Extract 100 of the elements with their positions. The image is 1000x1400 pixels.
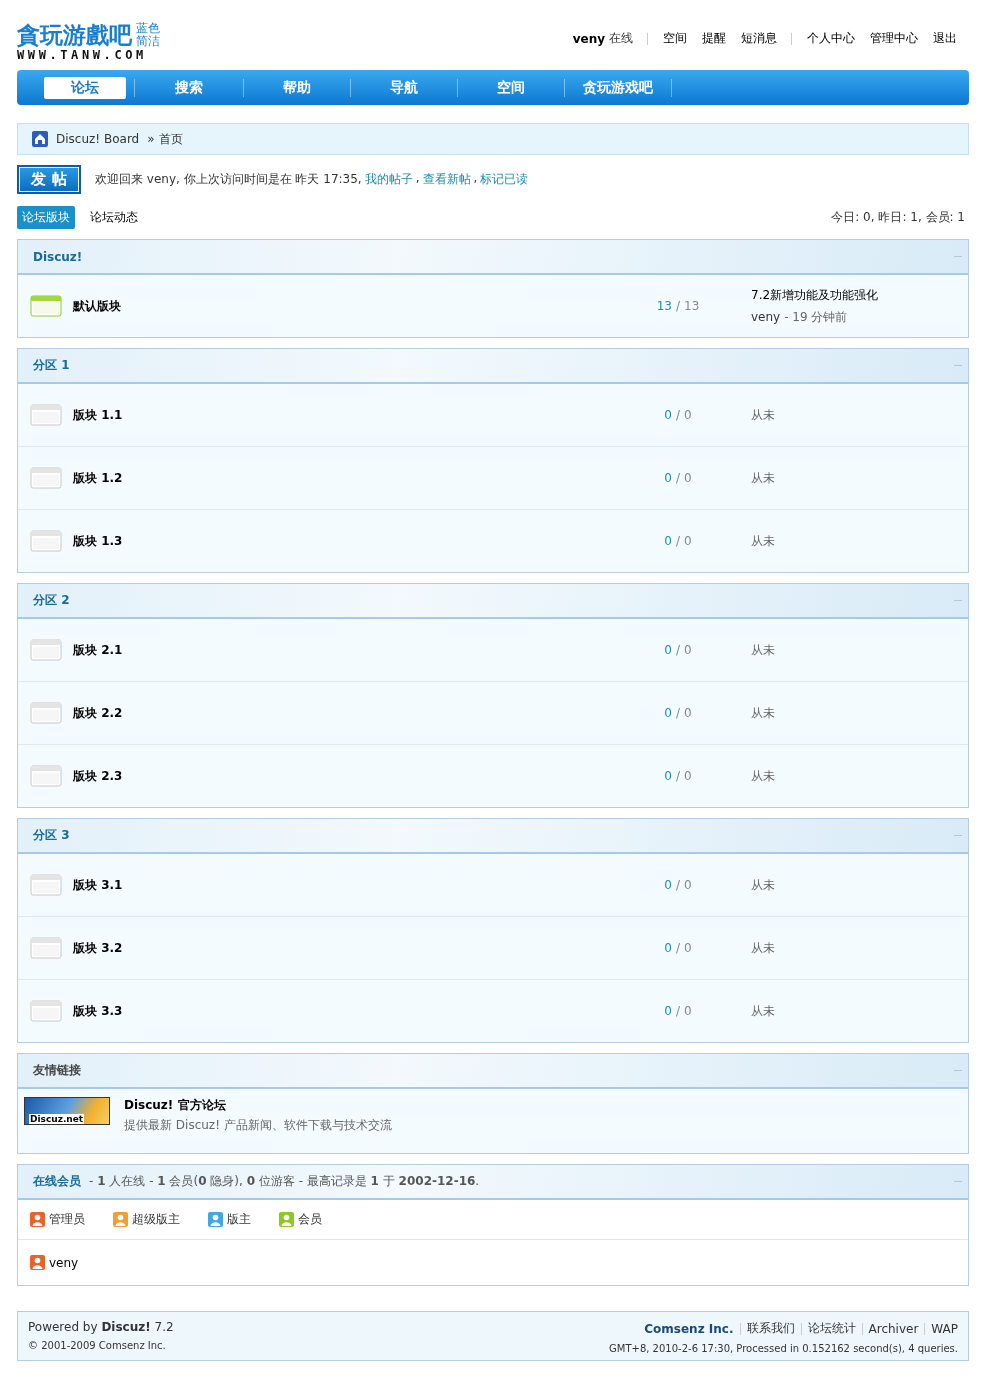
count-separator: /	[675, 534, 680, 548]
post-count: 0	[684, 769, 692, 783]
copyright: © 2001-2009 Comsenz Inc.	[28, 1340, 166, 1351]
last-post-never: 从未	[751, 704, 775, 722]
post-count: 13	[684, 299, 700, 313]
post-count: 0	[684, 706, 692, 720]
forum-name[interactable]: 版块 1.2	[73, 469, 633, 487]
last-post-author[interactable]: veny	[751, 309, 781, 324]
count-separator: /	[675, 471, 680, 485]
top-link[interactable]: 退出	[933, 30, 957, 47]
thread-count: 0	[664, 471, 672, 485]
forum-name[interactable]: 版块 3.3	[73, 1002, 633, 1020]
category-title[interactable]: 分区 3	[33, 827, 70, 844]
legend-label: 超级版主	[132, 1211, 180, 1228]
thread-count: 0	[664, 769, 672, 783]
last-post-never: 从未	[751, 406, 775, 424]
forum-name[interactable]: 版块 1.1	[73, 406, 633, 424]
logo-domain: WWW.TANW.COM	[17, 48, 148, 62]
category-title[interactable]: Discuz!	[33, 249, 83, 264]
last-post-never: 从未	[751, 469, 775, 487]
top-link[interactable]: 提醒	[702, 30, 726, 47]
top-link[interactable]: 短消息	[741, 30, 777, 47]
thread-count: 0	[664, 941, 672, 955]
forum-name[interactable]: 版块 2.3	[73, 767, 633, 785]
link-title[interactable]: Discuz! 官方论坛	[124, 1097, 392, 1114]
last-post-never: 从未	[751, 939, 775, 957]
count-separator: /	[675, 706, 680, 720]
breadcrumb-separator: »	[147, 132, 155, 146]
username[interactable]: veny	[572, 31, 605, 46]
thread-count: 0	[664, 706, 672, 720]
thread-count: 0	[664, 534, 672, 548]
forum-name[interactable]: 版块 1.3	[73, 532, 633, 550]
forum-name[interactable]: 版块 2.2	[73, 704, 633, 722]
logo-tagline: 简洁	[136, 35, 160, 48]
post-count: 0	[684, 471, 692, 485]
view-tab[interactable]: 论坛版块	[17, 206, 75, 229]
footer-link[interactable]: 联系我们	[746, 1320, 795, 1337]
legend-label: 版主	[227, 1211, 251, 1228]
forum-stats: 今日: 0, 昨日: 1, 会员: 1	[831, 209, 965, 226]
thread-count: 0	[664, 1004, 672, 1018]
footer-link[interactable]: Archiver	[868, 1321, 919, 1336]
panel-title[interactable]: 在线会员	[33, 1173, 81, 1190]
new-post-button[interactable]: 发 帖	[17, 165, 81, 194]
category-title[interactable]: 分区 2	[33, 592, 70, 609]
forum-name[interactable]: 版块 2.1	[73, 641, 633, 659]
category-title[interactable]: 分区 1	[33, 357, 70, 374]
welcome-link[interactable]: 查看新帖	[422, 171, 471, 188]
breadcrumb-current: 首页	[158, 130, 183, 148]
thread-count: 0	[664, 878, 672, 892]
powered-by: Powered by Discuz! 7.2	[28, 1320, 174, 1334]
count-separator: /	[675, 769, 680, 783]
last-post-never: 从未	[751, 876, 775, 894]
footer-link[interactable]: Comsenz Inc.	[644, 1321, 734, 1336]
welcome-link[interactable]: 标记已读	[480, 171, 529, 188]
last-post-never: 从未	[751, 767, 775, 785]
post-count: 0	[684, 534, 692, 548]
count-separator: /	[675, 643, 680, 657]
forum-name[interactable]: 版块 3.2	[73, 939, 633, 957]
forum-name[interactable]: 版块 3.1	[73, 876, 633, 894]
last-post-title[interactable]: 7.2新增功能及功能强化	[751, 286, 879, 304]
view-tab[interactable]: 论坛动态	[85, 206, 143, 229]
legend-label: 管理员	[49, 1211, 85, 1228]
post-count: 0	[684, 643, 692, 657]
footer-link[interactable]: 论坛统计	[807, 1320, 856, 1337]
top-link[interactable]: 空间	[663, 30, 687, 47]
post-count: 0	[684, 408, 692, 422]
last-post-never: 从未	[751, 1002, 775, 1020]
last-post-never: 从未	[751, 532, 775, 550]
count-separator: /	[675, 941, 680, 955]
comma: ,	[415, 171, 420, 187]
online-summary: -1 人在线 -1 会员(0 隐身), 0 位游客 - 最高记录是 1 于 2002-12-16.	[89, 1173, 480, 1190]
top-link[interactable]: 个人中心	[807, 30, 855, 47]
comma: ,	[473, 171, 478, 187]
panel-title: 友情链接	[33, 1062, 81, 1079]
site-logo[interactable]: Discuz.net	[24, 1097, 110, 1125]
server-info: GMT+8, 2010-2-6 17:30, Processed in 0.152162 second(s), 4 queries.	[609, 1343, 958, 1354]
post-count: 0	[684, 1004, 692, 1018]
post-count: 0	[684, 878, 692, 892]
thread-count: 0	[664, 643, 672, 657]
logo-tagline: 蓝色	[136, 22, 160, 35]
thread-count: 0	[664, 408, 672, 422]
online-status: 在线	[609, 30, 633, 47]
count-separator: /	[675, 878, 680, 892]
nav-tab[interactable]: 论坛	[44, 76, 126, 99]
post-count: 0	[684, 941, 692, 955]
forum-name[interactable]: 默认版块	[73, 297, 633, 315]
logo-title: 貪玩游戲吧	[17, 22, 132, 48]
last-post-time: - 19 分钟前	[784, 309, 848, 324]
breadcrumb-link[interactable]: Discuz! Board	[56, 132, 140, 146]
home-icon[interactable]	[32, 131, 48, 147]
footer-link[interactable]: WAP	[931, 1321, 958, 1336]
welcome-message: 欢迎回来 veny, 你上次访问时间是在 昨天 17:35,	[95, 171, 362, 188]
legend-label: 会员	[298, 1211, 322, 1228]
welcome-link[interactable]: 我的帖子	[364, 171, 413, 188]
top-link[interactable]: 管理中心	[870, 30, 918, 47]
last-post-never: 从未	[751, 641, 775, 659]
count-separator: /	[675, 299, 680, 313]
count-separator: /	[675, 408, 680, 422]
online-user[interactable]: veny	[49, 1255, 79, 1270]
link-description: 提供最新 Discuz! 产品新闻、软件下载与技术交流	[124, 1117, 392, 1134]
